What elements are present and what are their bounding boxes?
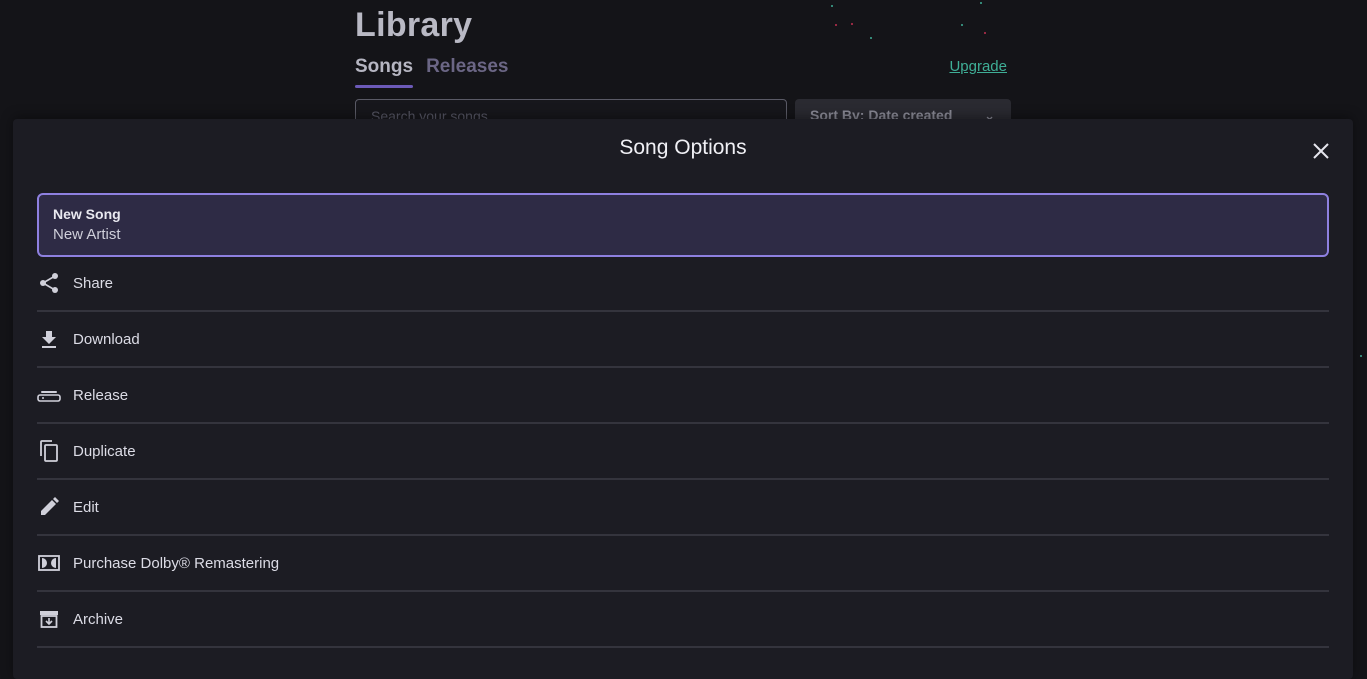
option-duplicate[interactable]: Duplicate bbox=[37, 424, 1329, 480]
sparkle-dot bbox=[851, 23, 853, 25]
option-label: Share bbox=[73, 275, 113, 292]
archive-icon bbox=[37, 607, 61, 631]
sparkle-dot bbox=[835, 24, 837, 26]
share-icon bbox=[37, 271, 61, 295]
library-tabs: Songs Releases bbox=[355, 56, 508, 86]
option-label: Download bbox=[73, 331, 140, 348]
duplicate-icon bbox=[37, 439, 61, 463]
option-archive[interactable]: Archive bbox=[37, 592, 1329, 648]
sparkle-dot bbox=[961, 24, 963, 26]
options-list: Share Download Release bbox=[37, 256, 1329, 648]
option-share[interactable]: Share bbox=[37, 256, 1329, 312]
option-label: Release bbox=[73, 387, 128, 404]
song-title: New Song bbox=[53, 204, 1313, 224]
close-button[interactable] bbox=[1309, 139, 1333, 163]
sparkle-dot bbox=[984, 32, 986, 34]
close-icon bbox=[1312, 142, 1330, 160]
option-label: Edit bbox=[73, 499, 99, 516]
modal-title: Song Options bbox=[13, 136, 1353, 160]
release-icon bbox=[37, 383, 61, 407]
selected-song-card[interactable]: New Song New Artist bbox=[37, 193, 1329, 257]
tab-releases[interactable]: Releases bbox=[426, 56, 508, 86]
page-title: Library bbox=[355, 6, 472, 45]
option-dolby[interactable]: Purchase Dolby® Remastering bbox=[37, 536, 1329, 592]
song-artist: New Artist bbox=[53, 224, 1313, 246]
option-label: Purchase Dolby® Remastering bbox=[73, 555, 279, 572]
option-label: Archive bbox=[73, 611, 123, 628]
upgrade-link[interactable]: Upgrade bbox=[949, 58, 1007, 75]
option-edit[interactable]: Edit bbox=[37, 480, 1329, 536]
option-release[interactable]: Release bbox=[37, 368, 1329, 424]
tab-songs[interactable]: Songs bbox=[355, 56, 413, 86]
option-label: Duplicate bbox=[73, 443, 136, 460]
edit-icon bbox=[37, 495, 61, 519]
sparkle-dot bbox=[831, 5, 833, 7]
option-download[interactable]: Download bbox=[37, 312, 1329, 368]
sparkle-dot bbox=[1360, 355, 1362, 357]
song-options-modal: Song Options New Song New Artist Share bbox=[13, 119, 1353, 679]
sparkle-dot bbox=[980, 2, 982, 4]
download-icon bbox=[37, 327, 61, 351]
dolby-icon bbox=[37, 551, 61, 575]
sparkle-dot bbox=[870, 37, 872, 39]
